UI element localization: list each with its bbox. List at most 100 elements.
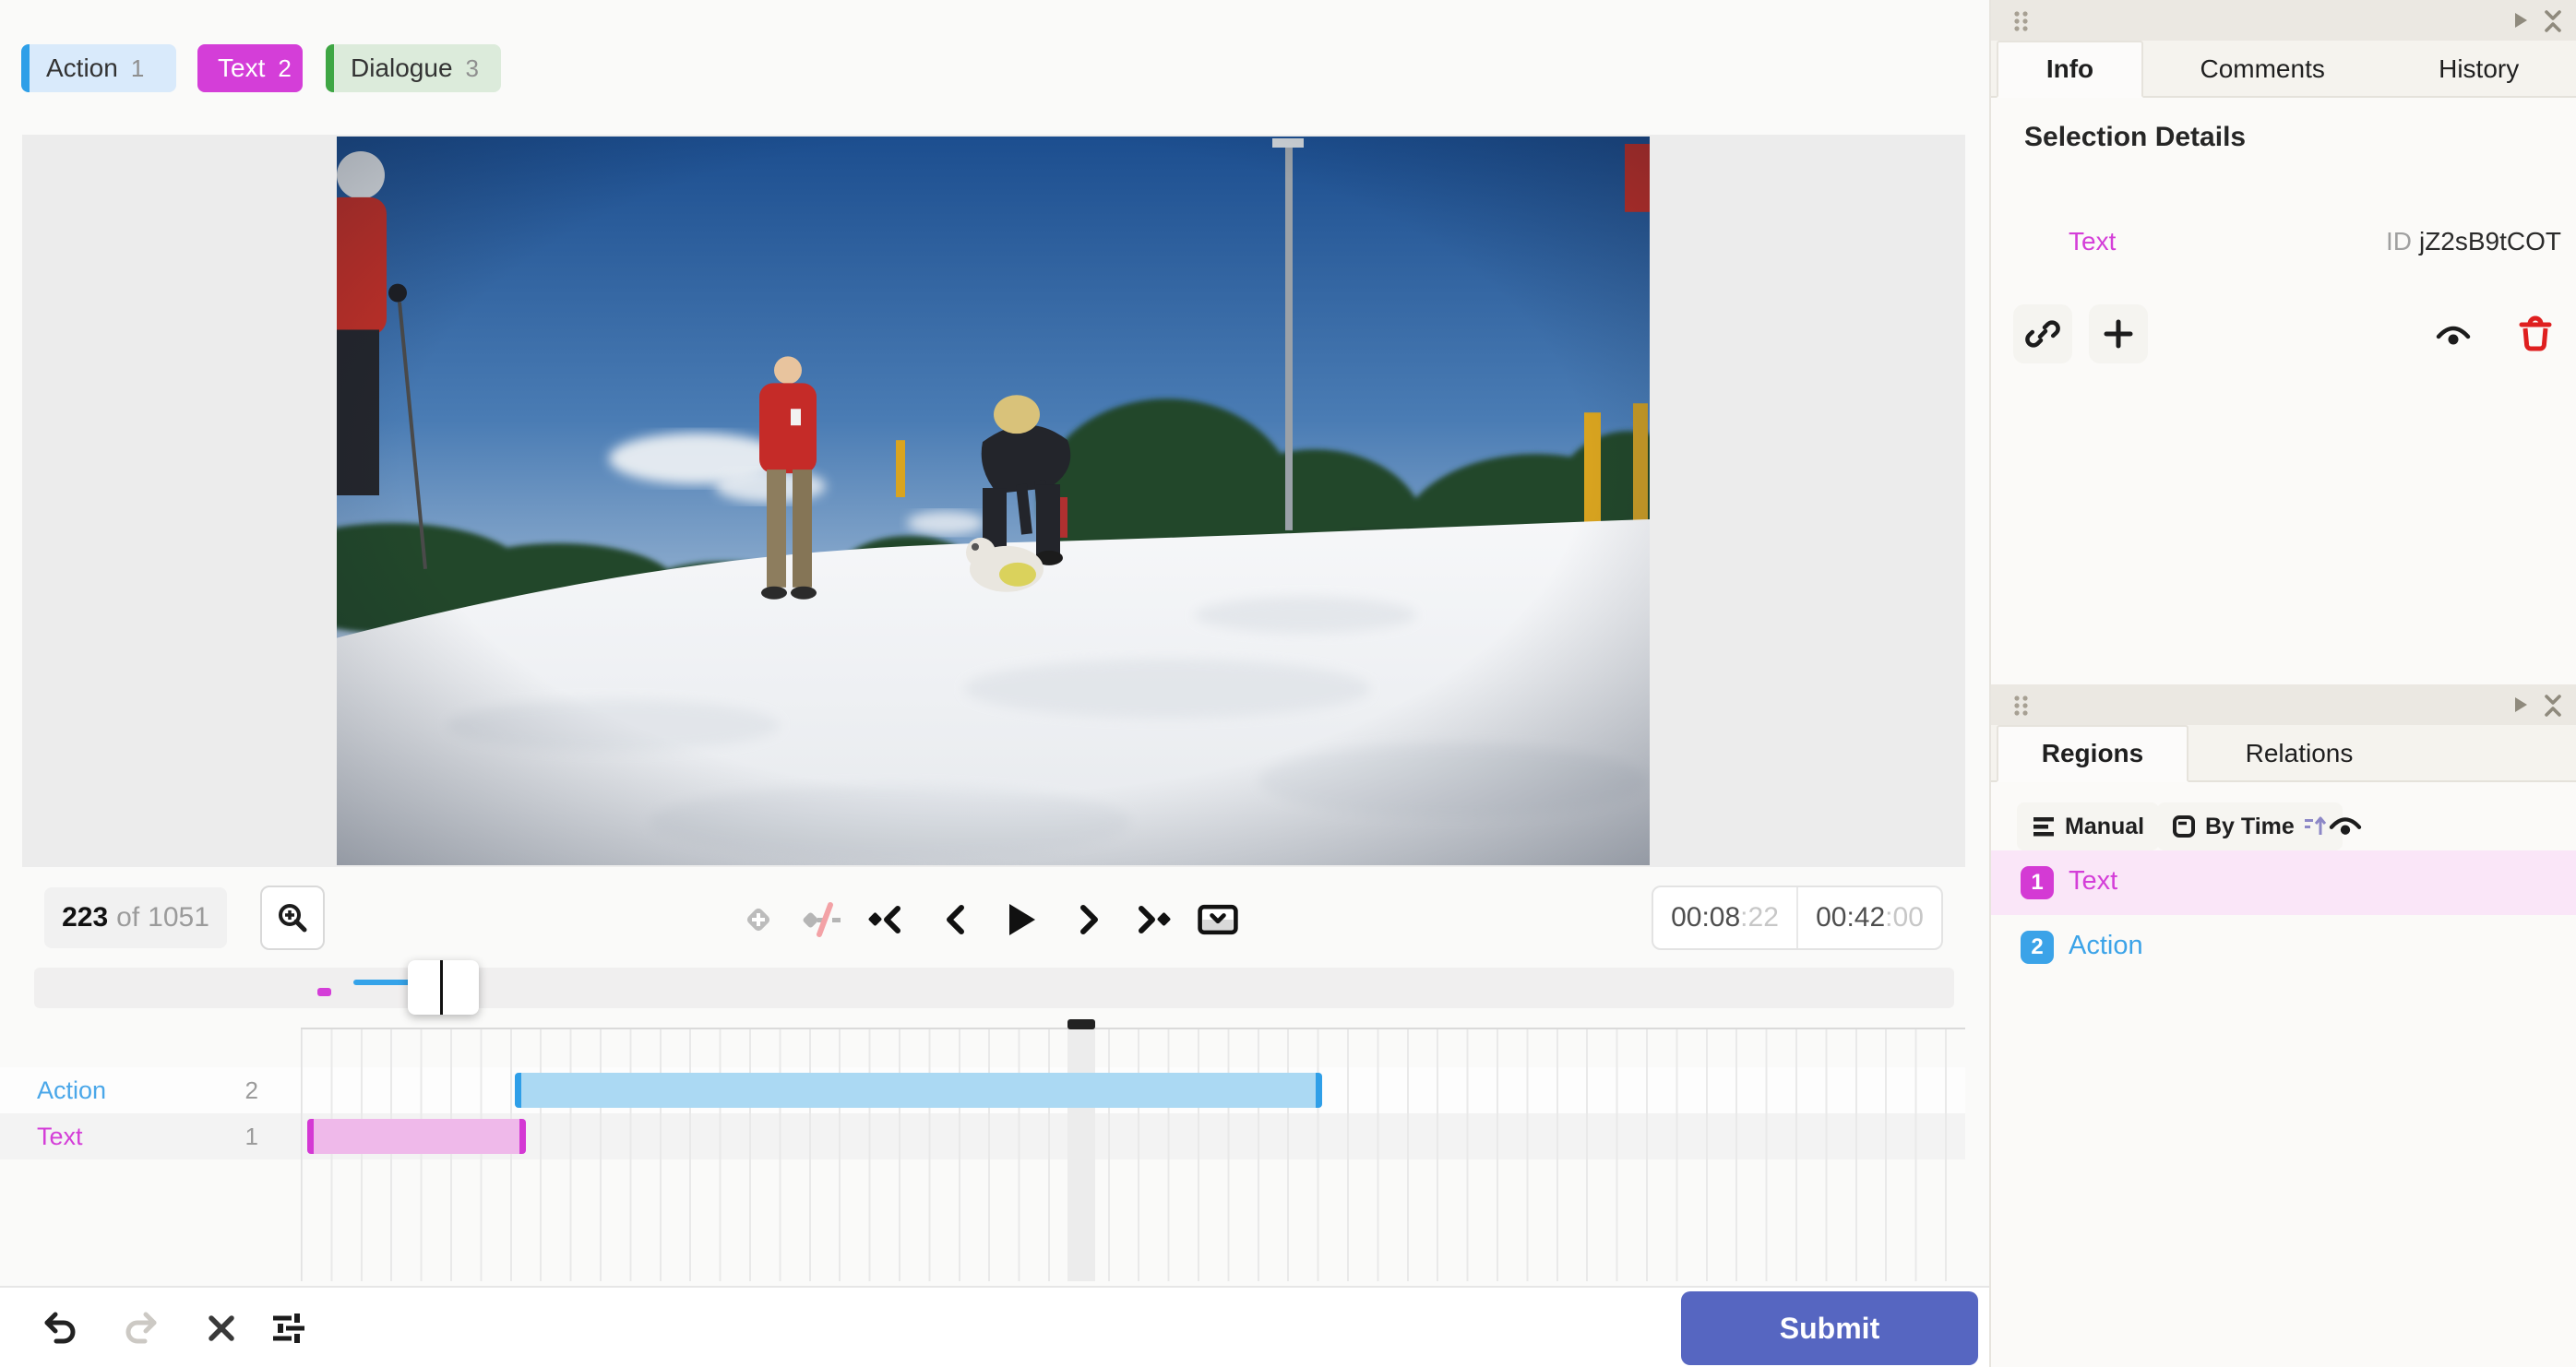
close-icon bbox=[209, 1315, 234, 1341]
track-name: Text bbox=[37, 1122, 83, 1150]
chevron-left-icon bbox=[947, 905, 964, 934]
drag-handle-icon[interactable] bbox=[2013, 10, 2030, 32]
group-by-button[interactable]: Manual bbox=[2017, 802, 2160, 850]
eye-icon bbox=[2436, 326, 2471, 345]
play-icon bbox=[1009, 904, 1035, 935]
region-label: Action bbox=[2069, 931, 2143, 960]
selection-id: ID jZ2sB9tCOT bbox=[2386, 227, 2561, 256]
selection-row[interactable]: Text ID jZ2sB9tCOT bbox=[1991, 220, 2576, 266]
minimap-playhead-line bbox=[440, 960, 443, 1015]
label-tag-hotkey: 3 bbox=[465, 53, 479, 82]
redo-icon bbox=[125, 1312, 157, 1344]
tab-comments[interactable]: Comments bbox=[2143, 41, 2381, 98]
frame-counter[interactable]: 223 of 1051 bbox=[44, 887, 227, 948]
keypoint-plus-icon bbox=[746, 908, 770, 932]
tab-info[interactable]: Info bbox=[1997, 41, 2143, 98]
regions-panel-header[interactable] bbox=[1991, 684, 2576, 725]
minimap-viewport-handle[interactable] bbox=[408, 960, 479, 1015]
label-color-bar bbox=[21, 44, 30, 92]
info-panel-tabs: Info Comments History bbox=[1991, 41, 2576, 98]
region-list-item-action[interactable]: 2 Action bbox=[1991, 915, 2576, 980]
video-frame[interactable] bbox=[337, 137, 1650, 865]
playhead-handle[interactable] bbox=[1067, 1019, 1095, 1029]
tab-regions[interactable]: Regions bbox=[1997, 725, 2188, 782]
eye-icon bbox=[2329, 817, 2362, 835]
toggle-visibility-all-button[interactable] bbox=[2327, 810, 2364, 839]
group-by-label: Manual bbox=[2065, 813, 2145, 839]
group-manual-icon bbox=[2033, 817, 2054, 837]
right-panel: Info Comments History Selection Details … bbox=[1989, 0, 2576, 1367]
current-time-main: 00:08 bbox=[1671, 902, 1741, 933]
settings-button[interactable] bbox=[267, 1306, 311, 1350]
main-area: Action 1 Text 2 Dialogue 3 223 of 1051 0… bbox=[0, 0, 1989, 1367]
collapse-panel-icon[interactable] bbox=[2543, 9, 2563, 33]
submit-button[interactable]: Submit bbox=[1681, 1291, 1978, 1365]
label-color-bar bbox=[326, 44, 334, 92]
tab-history[interactable]: History bbox=[2381, 41, 2576, 98]
id-value: jZ2sB9tCOT bbox=[2418, 227, 2561, 256]
region-index-badge: 2 bbox=[2021, 931, 2054, 964]
frame-icon bbox=[2173, 815, 2195, 838]
frame-separator: of bbox=[116, 902, 140, 933]
timeline-segment[interactable] bbox=[307, 1119, 526, 1154]
timeline-toggle-button[interactable] bbox=[1196, 897, 1240, 942]
previous-keypoint-button[interactable] bbox=[864, 897, 908, 942]
info-panel-header[interactable] bbox=[1991, 0, 2576, 41]
collapse-panel-icon bbox=[1198, 904, 1238, 935]
track-label-text[interactable]: Text 1 bbox=[37, 1113, 301, 1159]
total-time-main: 00:42 bbox=[1816, 902, 1886, 933]
region-list-item-text[interactable]: 1 Text bbox=[1991, 850, 2576, 915]
detach-panel-icon[interactable] bbox=[2513, 12, 2528, 29]
track-label-action[interactable]: Action 2 bbox=[37, 1067, 301, 1113]
minimap-text-region bbox=[317, 988, 331, 996]
collapse-panel-icon[interactable] bbox=[2543, 694, 2563, 718]
detach-panel-icon[interactable] bbox=[2513, 696, 2528, 713]
next-keypoint-icon bbox=[1139, 906, 1171, 933]
label-tag-name: Dialogue bbox=[351, 53, 453, 82]
undo-icon bbox=[44, 1312, 76, 1344]
bottom-toolbar: Submit bbox=[0, 1286, 1989, 1367]
keypoint-slash-icon bbox=[803, 902, 841, 937]
magnifier-plus-icon bbox=[279, 904, 307, 933]
track-label-divider bbox=[301, 1029, 302, 1281]
label-tag-dialogue[interactable]: Dialogue 3 bbox=[326, 44, 501, 92]
total-frames: 1051 bbox=[148, 902, 209, 933]
zoom-in-button[interactable] bbox=[260, 886, 325, 950]
selection-label: Text bbox=[2069, 227, 2117, 256]
sort-by-button[interactable]: By Time bbox=[2157, 802, 2343, 850]
playhead-column bbox=[1067, 1029, 1095, 1281]
label-tag-name: Text bbox=[218, 53, 266, 82]
track-count: 2 bbox=[244, 1076, 258, 1104]
interpolation-toggle-button[interactable] bbox=[799, 897, 843, 942]
delete-region-button[interactable] bbox=[2506, 304, 2565, 363]
play-button[interactable] bbox=[998, 897, 1043, 942]
plus-icon bbox=[2104, 319, 2133, 349]
next-frame-button[interactable] bbox=[1067, 897, 1111, 942]
hide-region-button[interactable] bbox=[2424, 304, 2483, 363]
label-tag-text[interactable]: Text 2 bbox=[197, 44, 303, 92]
link-region-button[interactable] bbox=[2013, 304, 2072, 363]
redo-button[interactable] bbox=[119, 1306, 163, 1350]
add-relation-button[interactable] bbox=[2089, 304, 2148, 363]
section-title: Selection Details bbox=[2024, 122, 2247, 152]
id-prefix: ID bbox=[2385, 227, 2412, 256]
label-tag-action[interactable]: Action 1 bbox=[21, 44, 176, 92]
region-label: Text bbox=[2069, 866, 2118, 896]
track-count: 1 bbox=[244, 1122, 258, 1150]
current-time: 00:08 :22 bbox=[1653, 887, 1798, 948]
prev-keypoint-icon bbox=[868, 906, 900, 933]
undo-button[interactable] bbox=[38, 1306, 82, 1350]
label-tag-hotkey: 1 bbox=[130, 53, 145, 82]
timeline-segment[interactable] bbox=[515, 1073, 1322, 1108]
timeline-grid[interactable] bbox=[301, 1029, 1965, 1281]
next-keypoint-button[interactable] bbox=[1131, 897, 1175, 942]
total-time-frames: :00 bbox=[1885, 902, 1924, 933]
label-tag-name: Action bbox=[46, 53, 118, 82]
total-time: 00:42 :00 bbox=[1798, 887, 1941, 948]
previous-frame-button[interactable] bbox=[934, 897, 978, 942]
sliders-icon bbox=[273, 1314, 304, 1343]
tab-relations[interactable]: Relations bbox=[2188, 725, 2410, 782]
add-keypoint-button[interactable] bbox=[736, 897, 781, 942]
drag-handle-icon[interactable] bbox=[2013, 695, 2030, 717]
reset-button[interactable] bbox=[199, 1306, 244, 1350]
